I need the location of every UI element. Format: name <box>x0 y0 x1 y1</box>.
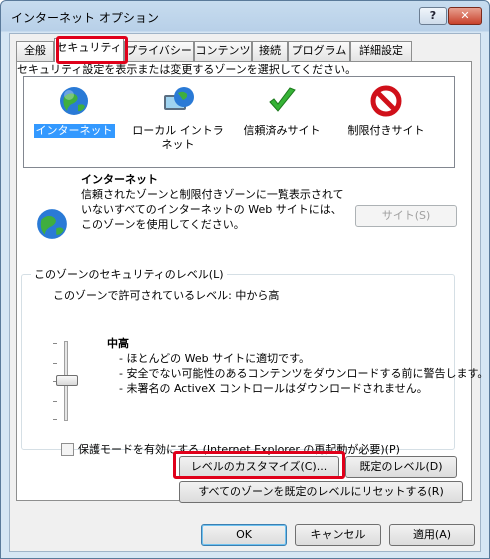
selected-zone-globe-icon <box>35 207 69 244</box>
zone-label: 制限付きサイト <box>347 124 425 137</box>
close-button[interactable]: ✕ <box>448 7 482 25</box>
slider-thumb[interactable] <box>56 375 78 386</box>
level-detail: 安全でない可能性のあるコンテンツをダウンロードする前に警告します。 <box>119 366 488 381</box>
tab-general[interactable]: 全般 <box>16 41 54 61</box>
zone-label: ローカル イントラネット <box>132 124 224 151</box>
protected-mode-checkbox[interactable] <box>61 442 74 456</box>
level-details: ほとんどの Web サイトに適切です。 安全でない可能性のあるコンテンツをダウン… <box>119 351 488 396</box>
help-button[interactable]: ? <box>419 7 447 25</box>
security-level-group-title: このゾーンのセキュリティのレベル(L) <box>31 266 227 282</box>
title-bar: インターネット オプション ? ✕ <box>1 1 489 31</box>
tab-advanced[interactable]: 詳細設定 <box>350 41 412 61</box>
globe-icon <box>58 87 90 120</box>
slider-tick <box>53 419 57 420</box>
level-detail: ほとんどの Web サイトに適切です。 <box>119 351 488 366</box>
sites-button[interactable]: サイト(S) <box>355 205 457 227</box>
cancel-button[interactable]: キャンセル <box>295 524 381 546</box>
tab-security-highlight <box>56 36 128 64</box>
selected-zone-description: 信頼されたゾーンと制限付きゾーンに一覧表示されていないすべてのインターネットの … <box>81 188 344 231</box>
window-title: インターネット オプション <box>11 11 159 25</box>
tab-programs[interactable]: プログラム <box>288 41 350 61</box>
selected-zone-name: インターネット <box>81 173 158 186</box>
tab-privacy[interactable]: プライバシー <box>124 41 194 61</box>
restricted-icon <box>370 85 402 120</box>
tab-connections[interactable]: 接続 <box>252 41 288 61</box>
zone-label: 信頼済みサイト <box>243 124 321 137</box>
reset-all-zones-button[interactable]: すべてのゾーンを既定のレベルにリセットする(R) <box>179 481 463 503</box>
level-name: 中高 <box>107 337 129 350</box>
level-detail: 未署名の ActiveX コントロールはダウンロードされません。 <box>119 381 488 396</box>
zone-local-intranet[interactable]: ローカル イントラネット <box>128 85 228 152</box>
default-level-button[interactable]: 既定のレベル(D) <box>345 456 457 478</box>
slider-tick <box>53 343 57 344</box>
tab-content[interactable]: コンテンツ <box>194 41 252 61</box>
zone-trusted-sites[interactable]: 信頼済みサイト <box>232 85 332 138</box>
zone-label: インターネット <box>33 124 115 138</box>
apply-button[interactable]: 適用(A) <box>389 524 475 546</box>
zone-list: インターネット ローカル イントラネット 信頼済みサイト 制限付きサイト <box>23 76 455 168</box>
custom-level-highlight <box>173 451 345 479</box>
internet-options-window: インターネット オプション ? ✕ 全般 セキュリティ プライバシー コンテンツ… <box>0 0 490 559</box>
allowed-levels-text: このゾーンで許可されているレベル: 中から高 <box>53 289 280 302</box>
zone-internet[interactable]: インターネット <box>24 85 124 138</box>
slider-tick <box>53 363 57 364</box>
intranet-icon <box>160 87 196 120</box>
slider-tick <box>53 401 57 402</box>
ok-button[interactable]: OK <box>201 524 287 546</box>
checkmark-icon <box>266 87 298 120</box>
zone-restricted-sites[interactable]: 制限付きサイト <box>336 85 436 138</box>
